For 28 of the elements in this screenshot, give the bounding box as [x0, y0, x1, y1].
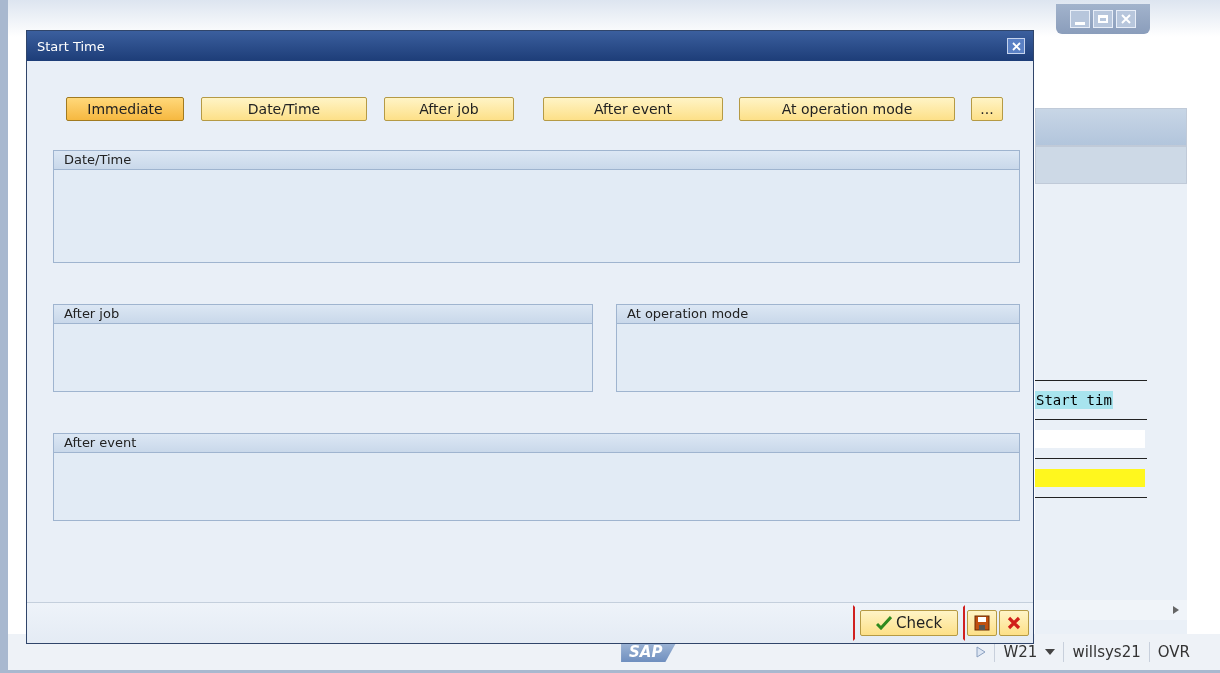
session-label: W21: [1003, 643, 1038, 661]
dialog-title: Start Time: [37, 38, 105, 54]
close-icon: [1011, 41, 1021, 51]
option-button[interactable]: At operation mode: [739, 97, 955, 121]
play-icon[interactable]: [976, 646, 987, 658]
group-title: At operation mode: [617, 305, 1019, 324]
option-button[interactable]: After event: [543, 97, 723, 121]
dropdown-icon[interactable]: [1045, 649, 1056, 655]
close-icon: [1121, 14, 1131, 24]
option-button[interactable]: ...: [971, 97, 1003, 121]
group-title: After event: [54, 434, 1019, 453]
server-label: willsys21: [1072, 643, 1141, 661]
group-title: After job: [54, 305, 592, 324]
close-button[interactable]: [1007, 38, 1025, 54]
cancel-button[interactable]: [999, 610, 1029, 636]
save-button[interactable]: [967, 610, 997, 636]
checkmark-icon: [875, 616, 892, 630]
option-button[interactable]: Date/Time: [201, 97, 367, 121]
arrow-right-icon[interactable]: [1173, 606, 1179, 614]
column-header: Start tim: [1035, 391, 1113, 409]
logo: SAP: [621, 642, 677, 662]
option-button[interactable]: Immediate: [66, 97, 184, 121]
option-button[interactable]: After job: [384, 97, 514, 121]
check-button[interactable]: Check: [860, 610, 958, 636]
mode-label: OVR: [1157, 643, 1190, 661]
group-title: Date/Time: [54, 151, 1019, 170]
horizontal-scrollbar[interactable]: [1035, 600, 1187, 620]
cross-icon: [1007, 616, 1021, 630]
